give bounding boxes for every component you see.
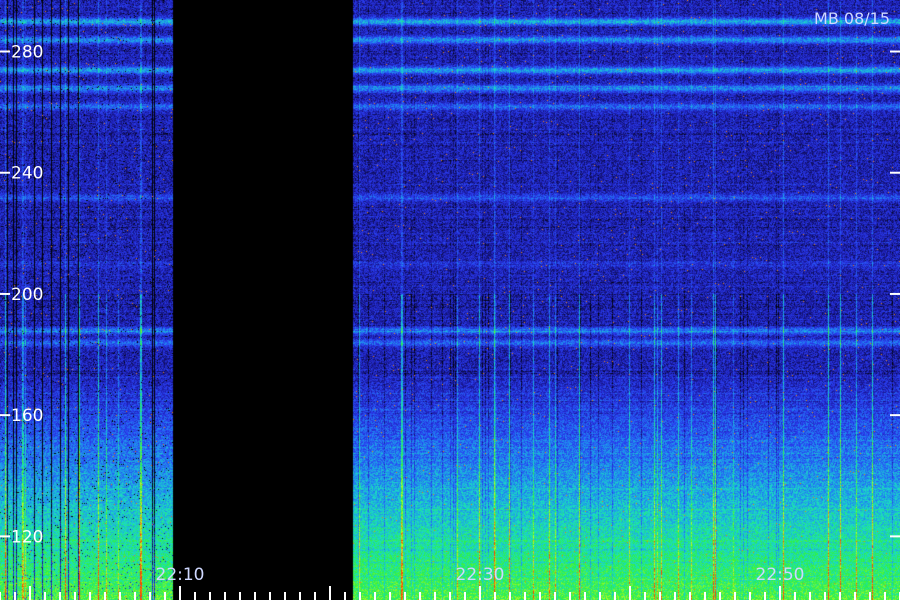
y-tick-label: 240 (11, 164, 43, 184)
date-stamp: MB 08/15 (814, 9, 890, 28)
y-tick-label: 200 (11, 285, 43, 305)
y-axis-left: 120 160 200 240 280 (0, 43, 43, 547)
y-tick-label: 280 (11, 43, 43, 63)
x-tick-label: 22:10 (156, 565, 205, 585)
x-axis: 22:10 22:30 22:50 (0, 565, 900, 600)
y-axis-right (890, 50, 900, 538)
y-tick-label: 160 (11, 406, 43, 426)
chart-overlay: 120 160 200 240 280 22:10 22:30 22:50 MB 08/15 (0, 9, 900, 600)
y-tick-label: 120 (11, 527, 43, 547)
x-tick-label: 22:50 (756, 565, 805, 585)
x-tick-label: 22:30 (456, 565, 505, 585)
